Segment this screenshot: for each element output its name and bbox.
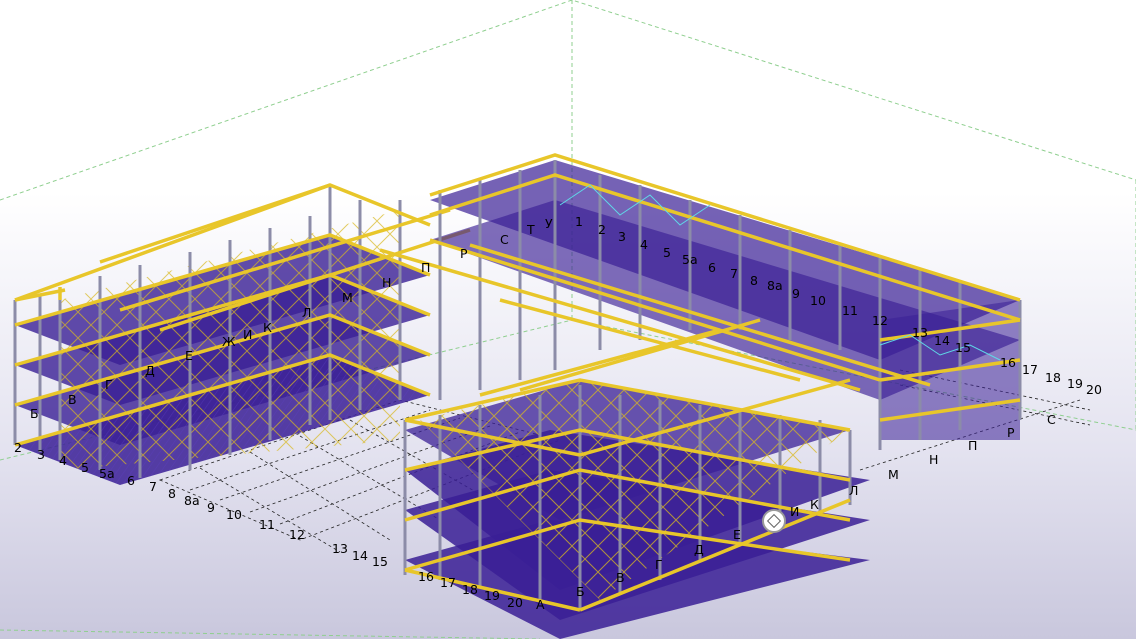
axis-label: 20: [507, 595, 523, 610]
axis-label: 12: [872, 313, 888, 328]
axis-label: Г: [105, 377, 113, 392]
view-cube-icon[interactable]: [762, 509, 786, 533]
axis-label: 15: [955, 340, 971, 355]
axis-label: 20: [1086, 382, 1102, 397]
axis-label: У: [545, 216, 553, 231]
axis-label: Е: [733, 527, 741, 542]
axis-label: В: [68, 392, 77, 407]
axis-label: 10: [226, 507, 242, 522]
axis-label: Г: [655, 557, 663, 572]
axis-label: К: [263, 320, 272, 335]
axis-label: И: [790, 504, 799, 519]
axis-label: Р: [460, 246, 468, 261]
axis-label: 4: [59, 453, 67, 468]
axis-label: М: [342, 290, 353, 305]
axis-label: Д: [694, 542, 704, 557]
axis-label: 11: [842, 303, 858, 318]
axis-label: 5: [663, 245, 671, 260]
axis-label: 13: [912, 325, 928, 340]
axis-label: С: [1047, 412, 1056, 427]
axis-label: 5а: [99, 466, 115, 481]
axis-label: Ж: [222, 334, 236, 349]
axis-label: И: [243, 327, 252, 342]
axis-label: П: [421, 260, 430, 275]
axis-label: Б: [576, 584, 585, 599]
axis-label: 11: [259, 517, 275, 532]
axis-label: 18: [1045, 370, 1061, 385]
axis-label: 5а: [682, 252, 698, 267]
axis-label: П: [968, 438, 977, 453]
axis-label: 9: [792, 286, 800, 301]
axis-label: 8а: [184, 493, 200, 508]
axis-label: 8: [168, 486, 176, 501]
model-viewport[interactable]: Б В Г Д Е Ж И К Л М Н П Р С Т У 2 3 4 5 …: [0, 0, 1136, 639]
axis-label: 3: [618, 229, 626, 244]
axis-label: Р: [1007, 425, 1015, 440]
axis-label: Н: [382, 275, 391, 290]
axis-label: 14: [934, 333, 950, 348]
axis-label: 19: [484, 588, 500, 603]
axis-label: 17: [1022, 362, 1038, 377]
axis-label: 9: [207, 500, 215, 515]
axis-label: 16: [1000, 355, 1016, 370]
axis-label: 1: [575, 214, 583, 229]
axis-label: 3: [37, 447, 45, 462]
axis-label: 2: [14, 440, 22, 455]
axis-label: 16: [418, 569, 434, 584]
axis-label: 6: [127, 473, 135, 488]
axis-label: Н: [929, 452, 938, 467]
axis-label: 4: [640, 237, 648, 252]
axis-label: Б: [30, 406, 39, 421]
axis-label: 8: [750, 273, 758, 288]
axis-label: Л: [849, 483, 858, 498]
axis-label: 12: [289, 527, 305, 542]
axis-label: С: [500, 232, 509, 247]
axis-label: А: [536, 597, 545, 612]
axis-label: 14: [352, 548, 368, 563]
axis-label: К: [810, 497, 819, 512]
axis-label: Е: [185, 348, 193, 363]
axis-label: 19: [1067, 376, 1083, 391]
axis-label: 2: [598, 222, 606, 237]
axis-label: 15: [372, 554, 388, 569]
axis-label: Т: [526, 222, 535, 237]
axis-label: 5: [81, 460, 89, 475]
axis-label: 10: [810, 293, 826, 308]
cube-glyph: [766, 513, 782, 529]
structural-model-3d[interactable]: Б В Г Д Е Ж И К Л М Н П Р С Т У 2 3 4 5 …: [0, 0, 1136, 639]
axis-label: 7: [149, 479, 157, 494]
axis-label: 13: [332, 541, 348, 556]
axis-label: 17: [440, 575, 456, 590]
axis-label: 7: [730, 266, 738, 281]
axis-label: Д: [145, 363, 155, 378]
axis-label: В: [616, 570, 625, 585]
axis-label: Л: [302, 305, 311, 320]
axis-label: 18: [462, 582, 478, 597]
axis-label: 8а: [767, 278, 783, 293]
axis-label: 6: [708, 260, 716, 275]
axis-label: М: [888, 467, 899, 482]
